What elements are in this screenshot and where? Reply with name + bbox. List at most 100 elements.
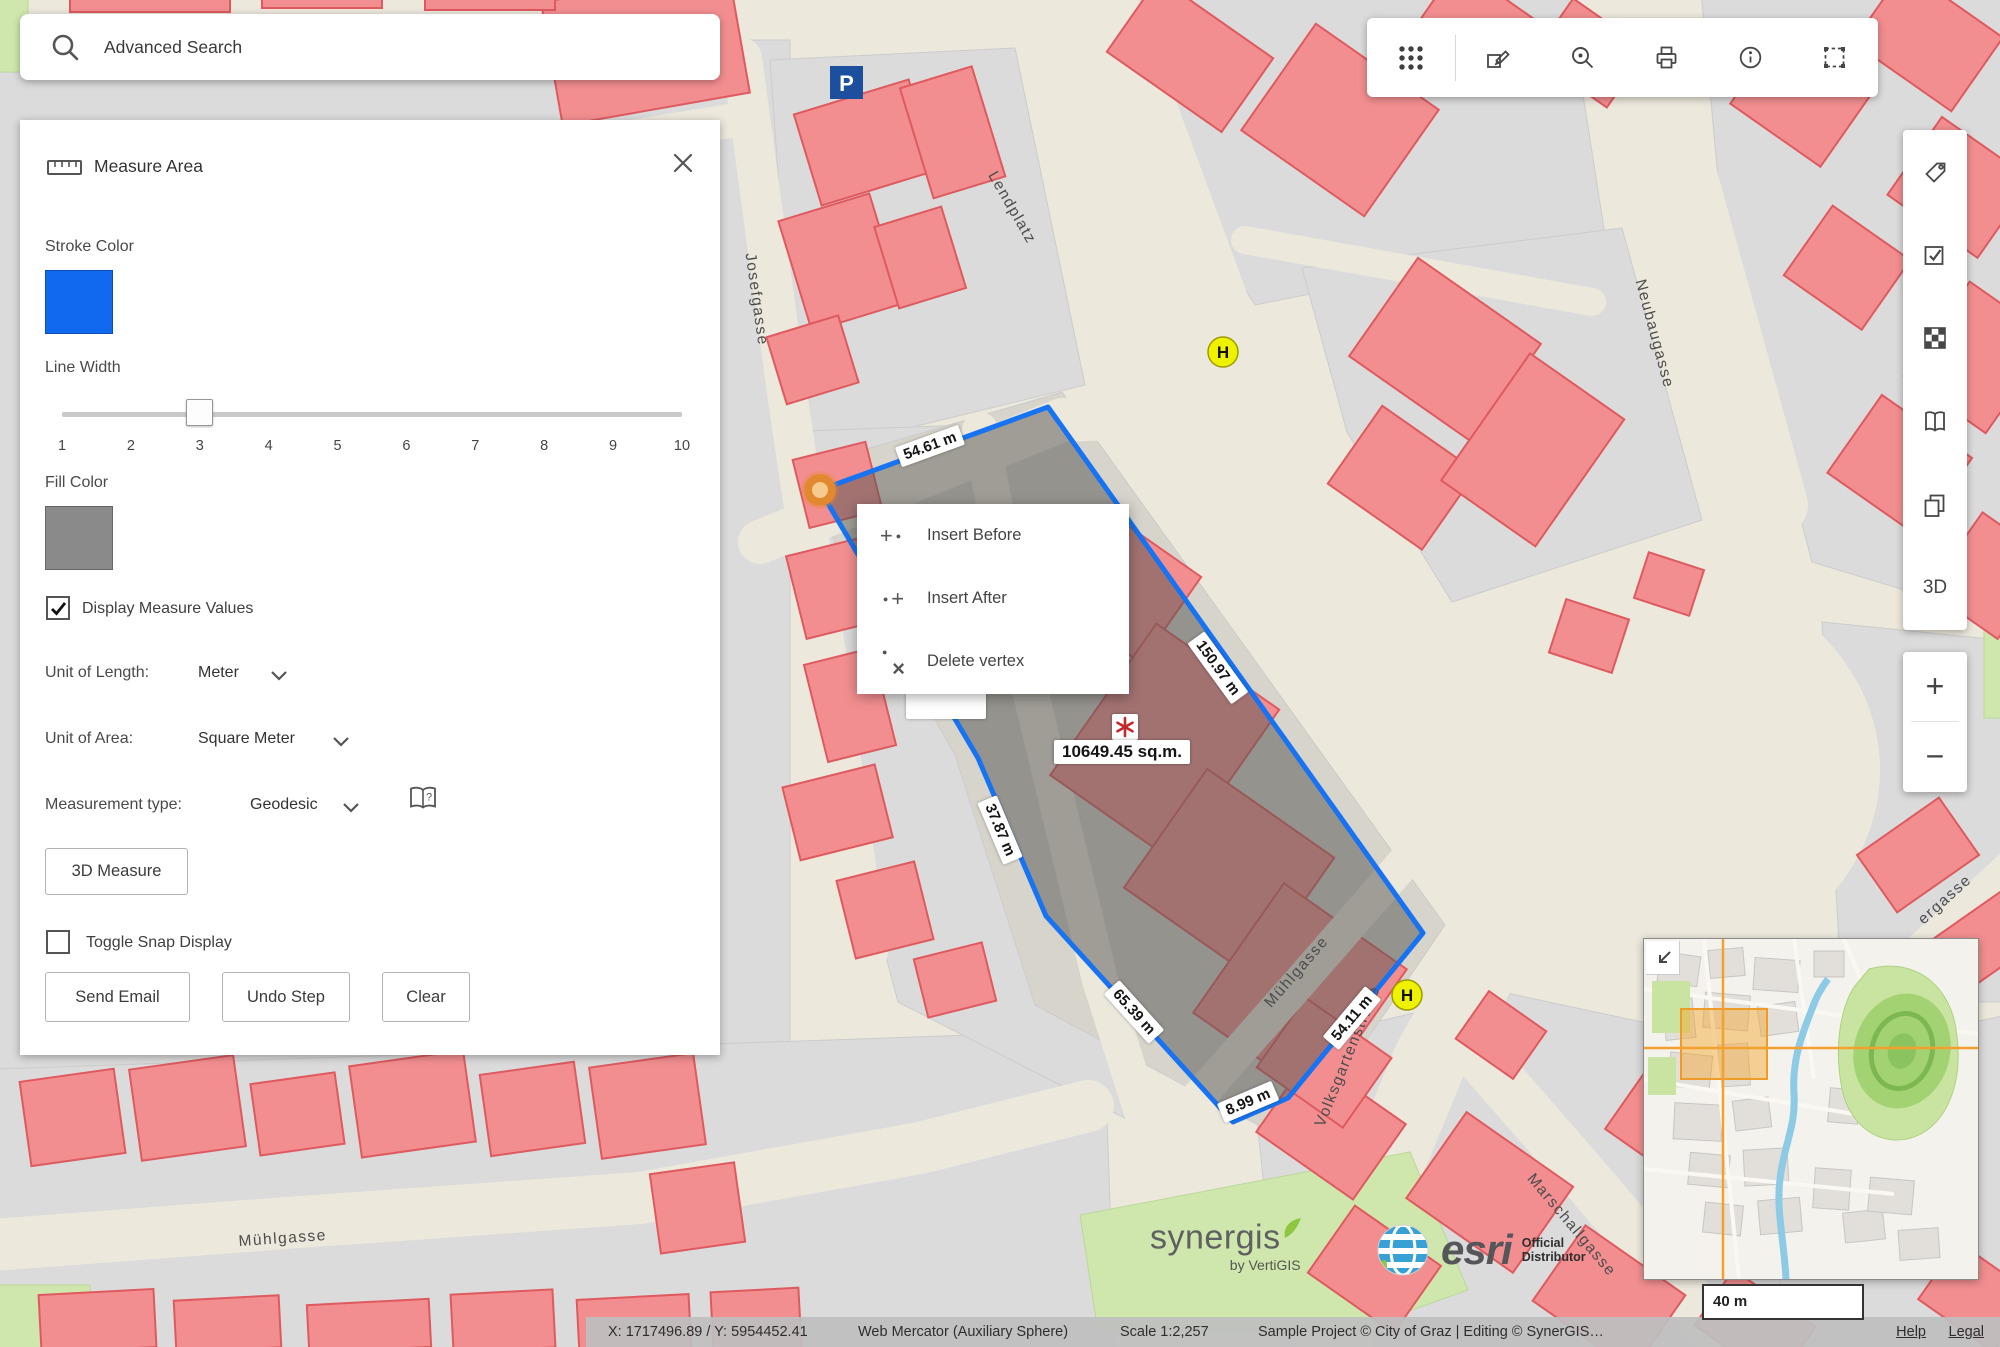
esri-logo: esri OfficialDistributor <box>1375 1222 1586 1278</box>
area-marker-icon <box>1112 714 1138 740</box>
by-vertigis-label: by VertiGIS <box>1150 1257 1303 1273</box>
svg-text:P: P <box>839 71 854 96</box>
print-icon[interactable] <box>1624 18 1708 97</box>
slider-tick: 9 <box>609 438 617 454</box>
top-toolbar <box>1367 18 1878 97</box>
measure-area-icon <box>46 154 84 180</box>
esri-wordmark: esri <box>1441 1226 1512 1274</box>
chevron-down-icon[interactable] <box>270 668 288 686</box>
slider-tick: 6 <box>402 438 410 454</box>
line-width-label: Line Width <box>45 357 121 379</box>
slider-tick: 4 <box>265 438 273 454</box>
zoom-out-button[interactable]: − <box>1903 722 1967 791</box>
legal-link[interactable]: Legal <box>1949 1317 1984 1347</box>
zoom-in-button[interactable]: + <box>1903 652 1967 721</box>
slider-tick: 10 <box>674 438 690 454</box>
transit-marker-1: H <box>1208 337 1238 367</box>
3d-measure-button[interactable]: 3D Measure <box>45 848 188 895</box>
display-measure-values-checkbox[interactable] <box>46 596 70 620</box>
stroke-color-label: Stroke Color <box>45 236 134 258</box>
overview-collapse-button[interactable] <box>1646 941 1680 975</box>
insert-after-icon: ●+ <box>857 589 927 609</box>
sketch-icon[interactable] <box>1456 18 1540 97</box>
select-features-icon[interactable] <box>1903 213 1967 296</box>
slider-tick: 2 <box>127 438 135 454</box>
panel-title: Measure Area <box>94 156 203 177</box>
menu-item-label: Insert After <box>927 589 1007 608</box>
menu-item-insert-after[interactable]: ●+ Insert After <box>857 567 1129 630</box>
clear-button[interactable]: Clear <box>382 972 470 1022</box>
synergis-leaf-icon <box>1281 1216 1303 1242</box>
insert-before-icon: +● <box>857 526 927 546</box>
help-link[interactable]: Help <box>1896 1317 1926 1347</box>
menu-item-label: Delete vertex <box>927 652 1024 671</box>
overview-map[interactable] <box>1643 938 1979 1280</box>
legend-book-icon[interactable] <box>1903 380 1967 463</box>
send-email-button[interactable]: Send Email <box>45 972 190 1022</box>
toggle-snap-checkbox[interactable] <box>46 930 70 954</box>
menu-item-delete-vertex[interactable]: ●× Delete vertex <box>857 630 1129 693</box>
search-label: Advanced Search <box>104 37 242 58</box>
info-icon[interactable] <box>1708 18 1792 97</box>
area-label: 10649.45 sq.m. <box>1054 740 1190 764</box>
coordinates-readout: X: 1717496.89 / Y: 5954452.41 <box>608 1317 808 1347</box>
delete-vertex-icon: ●× <box>857 649 927 675</box>
display-measure-values-label: Display Measure Values <box>82 596 253 622</box>
esri-official-label: Official <box>1522 1236 1564 1250</box>
attribution-label: Sample Project © City of Graz | Editing … <box>1258 1317 1604 1347</box>
fill-color-label: Fill Color <box>45 472 108 494</box>
zoom-point-icon[interactable] <box>1540 18 1624 97</box>
scale-readout: Scale 1:2,257 <box>1120 1317 1209 1347</box>
svg-text:H: H <box>1217 343 1229 362</box>
tag-icon[interactable] <box>1903 130 1967 213</box>
slider-tick: 5 <box>334 438 342 454</box>
app-root: P H H Josefgasse Lendplatz Neubaugasse M… <box>0 0 2000 1347</box>
vertex-context-menu: +● Insert Before ●+ Insert After ●× Dele… <box>857 504 1129 694</box>
svg-text:H: H <box>1401 986 1413 1005</box>
esri-globe-icon <box>1375 1222 1431 1278</box>
line-width-slider-handle[interactable] <box>186 399 213 426</box>
unit-of-length-label: Unit of Length: <box>45 660 149 686</box>
synergis-logo: synergis by VertiGIS <box>1150 1216 1303 1273</box>
toggle-snap-label: Toggle Snap Display <box>86 930 232 956</box>
transit-marker-2: H <box>1392 980 1422 1010</box>
projection-label: Web Mercator (Auxiliary Sphere) <box>858 1317 1068 1347</box>
basemap-swipe-icon[interactable] <box>1903 297 1967 380</box>
active-vertex-handle[interactable] <box>804 474 836 506</box>
scale-bar: 40 m <box>1702 1284 1864 1320</box>
parking-marker: P <box>830 66 863 99</box>
measurement-type-label: Measurement type: <box>45 792 182 818</box>
copy-layers-icon[interactable] <box>1903 463 1967 546</box>
close-icon[interactable] <box>666 146 700 180</box>
measurement-type-select[interactable]: Geodesic <box>250 792 318 818</box>
check-icon <box>50 601 67 616</box>
slider-tick: 7 <box>471 438 479 454</box>
unit-of-length-select[interactable]: Meter <box>198 660 239 686</box>
extent-select-icon[interactable] <box>1792 18 1876 97</box>
synergis-wordmark: synergis <box>1150 1218 1281 1256</box>
slider-tick: 8 <box>540 438 548 454</box>
undo-step-button[interactable]: Undo Step <box>222 972 350 1022</box>
menu-item-label: Insert Before <box>927 526 1021 545</box>
unit-of-area-label: Unit of Area: <box>45 726 133 752</box>
unit-of-area-select[interactable]: Square Meter <box>198 726 295 752</box>
search-bar[interactable]: Advanced Search <box>20 14 720 80</box>
search-icon <box>50 32 80 62</box>
collapse-arrow-icon <box>1648 943 1678 973</box>
apps-grid-icon[interactable] <box>1367 18 1455 97</box>
menu-item-insert-before[interactable]: +● Insert Before <box>857 504 1129 567</box>
chevron-down-icon[interactable] <box>342 800 360 818</box>
stroke-color-swatch[interactable] <box>45 270 113 334</box>
svg-text:?: ? <box>426 792 432 804</box>
fill-color-swatch[interactable] <box>45 506 113 570</box>
slider-tick: 3 <box>196 438 204 454</box>
status-bar: X: 1717496.89 / Y: 5954452.41 Web Mercat… <box>586 1317 2000 1347</box>
esri-distributor-label: Distributor <box>1522 1250 1586 1264</box>
measure-area-panel: Measure Area Stroke Color Line Width 1 2… <box>20 120 720 1055</box>
3d-view-button[interactable]: 3D <box>1903 546 1967 629</box>
zoom-control: + − <box>1903 652 1967 792</box>
chevron-down-icon[interactable] <box>332 734 350 752</box>
help-book-icon[interactable]: ? <box>405 784 441 817</box>
right-toolbar: 3D <box>1903 130 1967 630</box>
line-width-slider[interactable] <box>62 412 682 417</box>
